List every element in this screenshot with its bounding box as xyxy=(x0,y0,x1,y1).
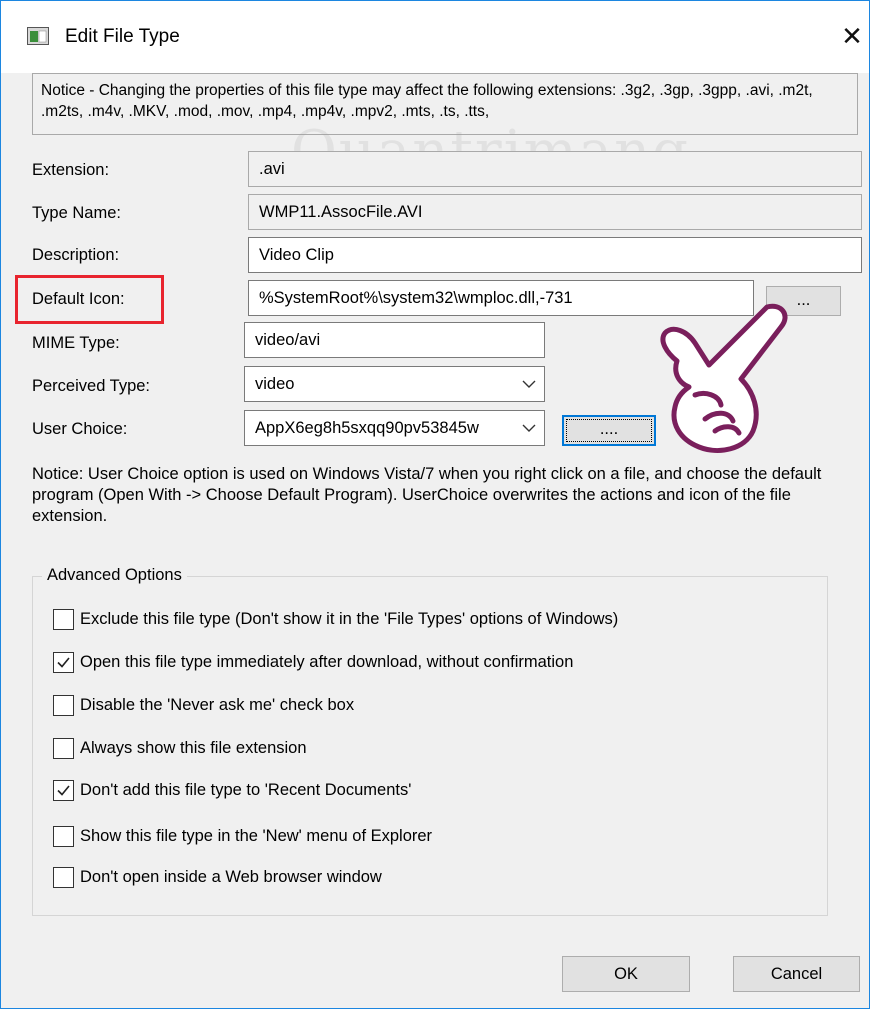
option-label: Open this file type immediately after do… xyxy=(80,653,574,671)
checkmark-icon xyxy=(57,785,70,796)
default-icon-label: Default Icon: xyxy=(32,290,125,308)
checkmark-icon xyxy=(57,657,70,668)
user-choice-browse-button[interactable]: .... xyxy=(562,415,656,446)
chevron-down-icon xyxy=(522,380,536,388)
description-label: Description: xyxy=(32,246,120,264)
ok-button[interactable]: OK xyxy=(562,956,690,992)
option-label: Always show this file extension xyxy=(80,739,307,757)
type-name-field[interactable]: WMP11.AssocFile.AVI xyxy=(248,194,862,230)
user-choice-value: AppX6eg8h5sxqq90pv53845w xyxy=(255,419,479,437)
cancel-button[interactable]: Cancel xyxy=(733,956,860,992)
option-label: Exclude this file type (Don't show it in… xyxy=(80,610,619,628)
close-icon[interactable]: ✕ xyxy=(837,19,867,53)
user-choice-select[interactable]: AppX6eg8h5sxqq90pv53845w xyxy=(244,410,545,446)
option-label: Don't add this file type to 'Recent Docu… xyxy=(80,781,412,799)
pointing-hand-icon xyxy=(660,303,788,453)
edit-file-type-dialog: Edit File Type ✕ Notice - Changing the p… xyxy=(0,0,870,1009)
advanced-options-title: Advanced Options xyxy=(42,566,187,585)
mime-type-label: MIME Type: xyxy=(32,334,120,352)
perceived-type-value: video xyxy=(255,375,295,393)
mime-type-field[interactable]: video/avi xyxy=(244,322,545,358)
checkbox[interactable] xyxy=(53,652,74,673)
checkbox[interactable] xyxy=(53,609,74,630)
extension-field[interactable]: .avi xyxy=(248,151,862,187)
option-label: Disable the 'Never ask me' check box xyxy=(80,696,355,714)
checkbox[interactable] xyxy=(53,695,74,716)
app-icon xyxy=(27,27,49,45)
title-bar: Edit File Type ✕ xyxy=(1,1,869,73)
perceived-type-select[interactable]: video xyxy=(244,366,545,402)
option-label: Show this file type in the 'New' menu of… xyxy=(80,827,433,845)
checkbox[interactable] xyxy=(53,867,74,888)
checkbox[interactable] xyxy=(53,780,74,801)
checkbox[interactable] xyxy=(53,738,74,759)
user-choice-notice: Notice: User Choice option is used on Wi… xyxy=(32,465,822,525)
perceived-type-label: Perceived Type: xyxy=(32,377,151,395)
window-title: Edit File Type xyxy=(65,26,180,47)
checkbox[interactable] xyxy=(53,826,74,847)
option-label: Don't open inside a Web browser window xyxy=(80,868,382,886)
user-choice-label: User Choice: xyxy=(32,420,128,438)
description-field[interactable]: Video Clip xyxy=(248,237,862,273)
type-name-label: Type Name: xyxy=(32,204,121,222)
extension-label: Extension: xyxy=(32,161,110,179)
extensions-notice: Notice - Changing the properties of this… xyxy=(32,73,858,135)
focus-rectangle xyxy=(566,419,652,442)
chevron-down-icon xyxy=(522,424,536,432)
